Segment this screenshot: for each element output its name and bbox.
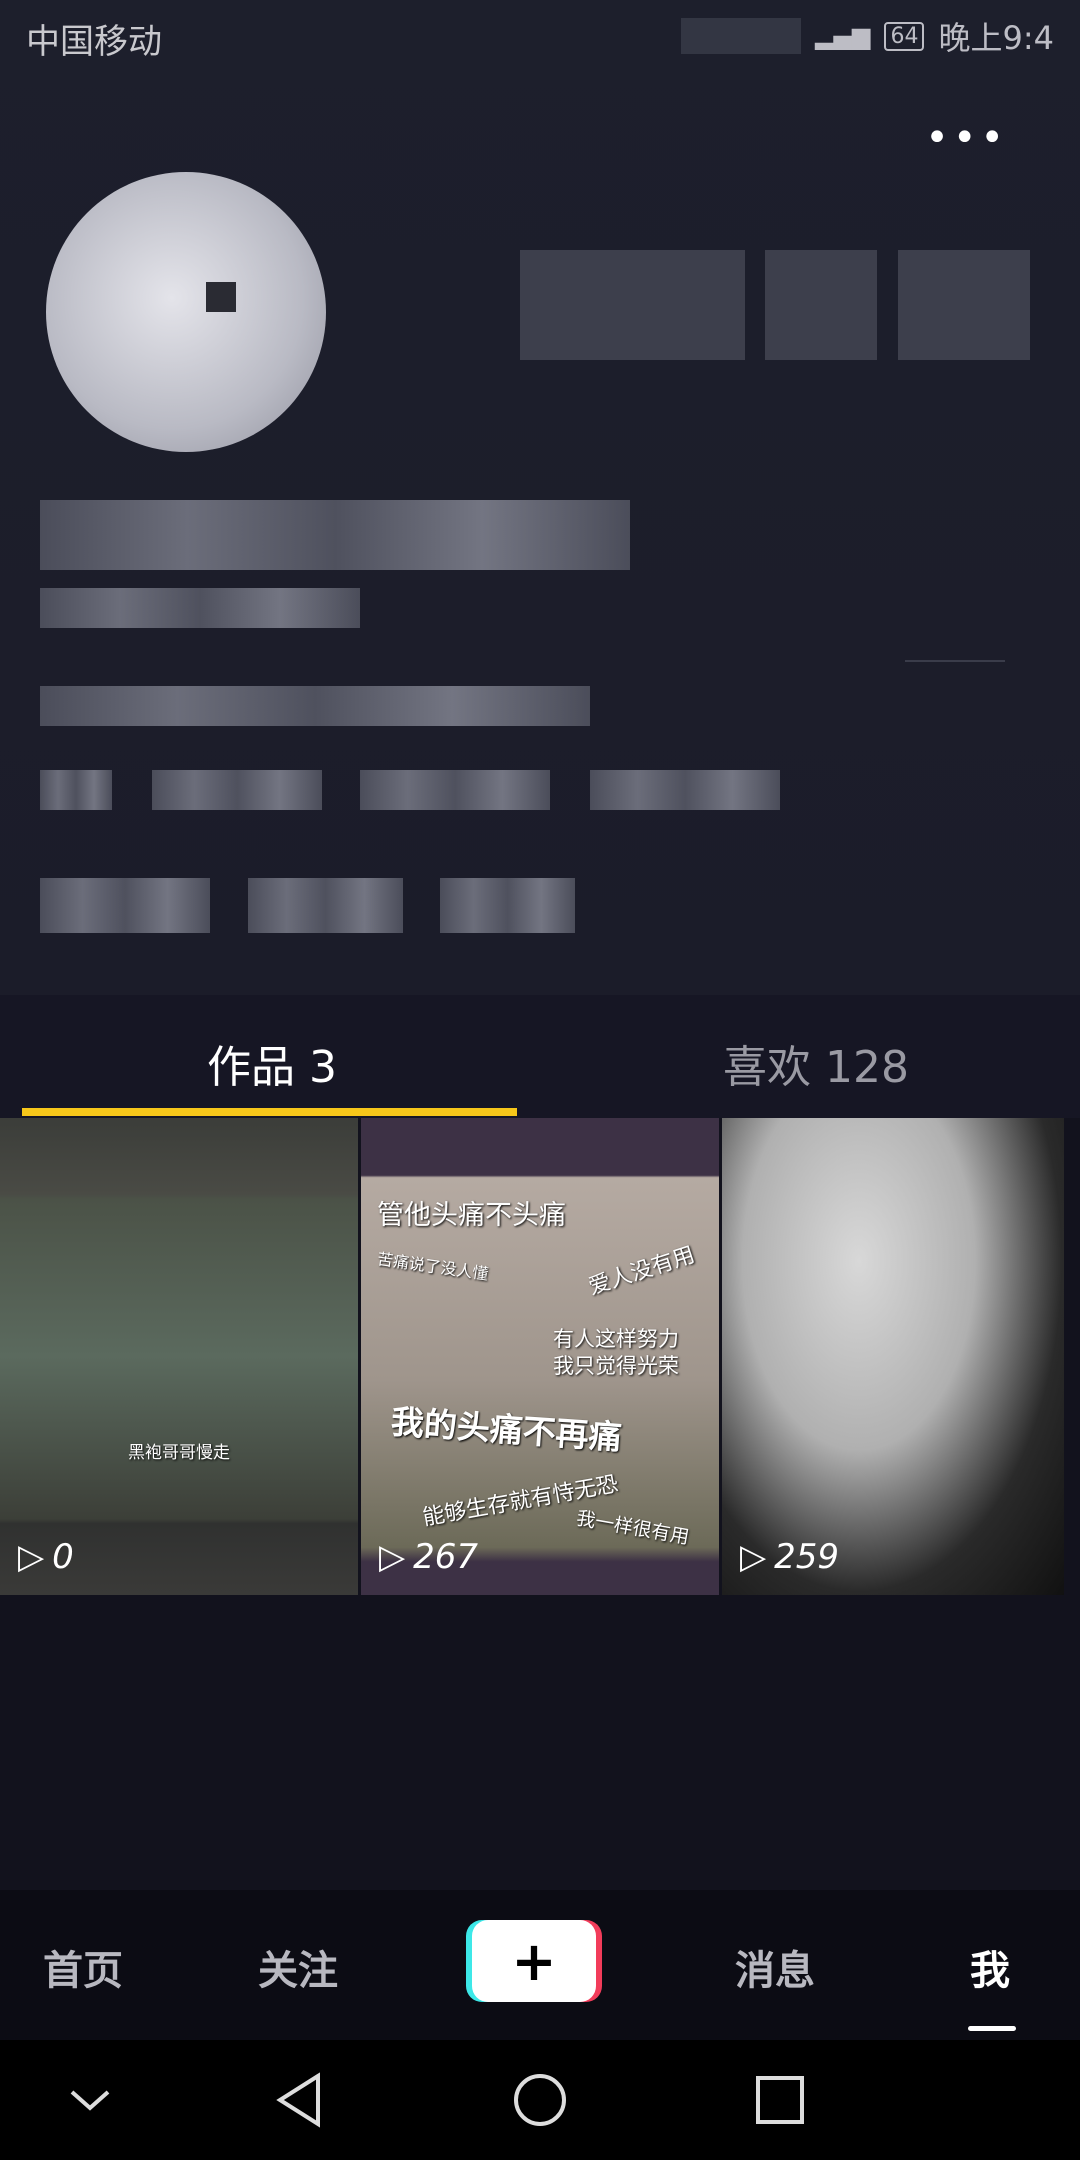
- video-caption: 我的头痛不再痛: [389, 1401, 623, 1458]
- battery-icon: 64: [884, 21, 925, 51]
- signal-icon: ▂▄▆: [815, 22, 871, 50]
- profile-tabs: 作品 3 喜欢 128: [0, 995, 1080, 1118]
- video-caption: 爱人没有用: [585, 1242, 698, 1301]
- status-icons: ▂▄▆ 64 晚上9:4: [681, 18, 1054, 57]
- bio-blurred: [40, 686, 590, 726]
- tab-works[interactable]: 作品 3: [207, 1031, 337, 1095]
- play-icon: ▷: [379, 1537, 406, 1577]
- play-count: ▷ 267: [379, 1537, 478, 1577]
- avatar[interactable]: [46, 172, 326, 452]
- nav-me[interactable]: 我: [970, 1938, 1010, 1996]
- video-thumbnail[interactable]: ▷ 259: [722, 1118, 1064, 1595]
- bottom-nav: 首页 关注 + 消息 我: [0, 1890, 1080, 2040]
- clock: 晚上9:4: [938, 19, 1054, 57]
- video-thumbnail[interactable]: 管他头痛不头痛 苦痛说了没人懂 爱人没有用 有人这样努力 我只觉得光荣 我的头痛…: [361, 1118, 719, 1595]
- home-icon[interactable]: [510, 2070, 570, 2130]
- username-blurred: [40, 500, 630, 570]
- followers-count-blurred[interactable]: [440, 878, 575, 933]
- video-caption: 黑袍哥哥慢走: [128, 1443, 230, 1463]
- video-grid: 黑袍哥哥慢走 ▷ 0 管他头痛不头痛 苦痛说了没人懂 爱人没有用 有人这样努力 我…: [0, 1118, 1080, 1595]
- video-thumbnail[interactable]: 黑袍哥哥慢走 ▷ 0: [0, 1118, 358, 1595]
- play-count-value: 0: [52, 1537, 74, 1577]
- video-caption: 我一样很有用: [574, 1507, 691, 1549]
- tag-blurred: [590, 770, 780, 810]
- edit-profile-button[interactable]: [520, 250, 745, 360]
- nav-following[interactable]: 关注: [258, 1938, 338, 1996]
- active-tab-indicator: [22, 1108, 517, 1116]
- play-count-value: 267: [413, 1537, 479, 1577]
- system-nav-bar: [0, 2040, 1080, 2160]
- recents-icon[interactable]: [750, 2070, 810, 2130]
- profile-header: 中国移动 ▂▄▆ 64 晚上9:4 •••: [0, 0, 1080, 995]
- tag-blurred: [152, 770, 322, 810]
- back-icon[interactable]: [270, 2070, 330, 2130]
- blurred-status: [681, 18, 802, 54]
- create-button[interactable]: +: [472, 1920, 596, 2002]
- avatar-detail: [206, 282, 236, 312]
- tag-blurred: [40, 770, 112, 810]
- active-nav-indicator: [968, 2026, 1016, 2031]
- video-caption: 有人这样努力: [553, 1327, 679, 1351]
- tag-blurred: [360, 770, 550, 810]
- qr-code-button[interactable]: [898, 250, 1030, 360]
- collapse-chevron-icon[interactable]: [60, 2070, 120, 2130]
- add-friend-button[interactable]: [765, 250, 877, 360]
- play-count: ▷ 259: [740, 1537, 839, 1577]
- play-icon: ▷: [740, 1537, 767, 1577]
- play-count: ▷ 0: [18, 1537, 74, 1577]
- likes-count-blurred[interactable]: [40, 878, 210, 933]
- tab-likes[interactable]: 喜欢 128: [723, 1031, 909, 1095]
- video-caption: 苦痛说了没人懂: [376, 1249, 490, 1284]
- divider: [905, 660, 1005, 662]
- video-caption: 管他头痛不头痛: [377, 1200, 566, 1231]
- play-count-value: 259: [774, 1537, 840, 1577]
- video-caption: 我只觉得光荣: [553, 1354, 679, 1378]
- following-count-blurred[interactable]: [248, 878, 403, 933]
- play-icon: ▷: [18, 1537, 45, 1577]
- nav-home[interactable]: 首页: [43, 1938, 123, 1996]
- carrier-label: 中国移动: [26, 22, 162, 62]
- nav-messages[interactable]: 消息: [735, 1938, 815, 1996]
- user-id-blurred: [40, 588, 360, 628]
- more-options-icon[interactable]: •••: [925, 118, 1008, 158]
